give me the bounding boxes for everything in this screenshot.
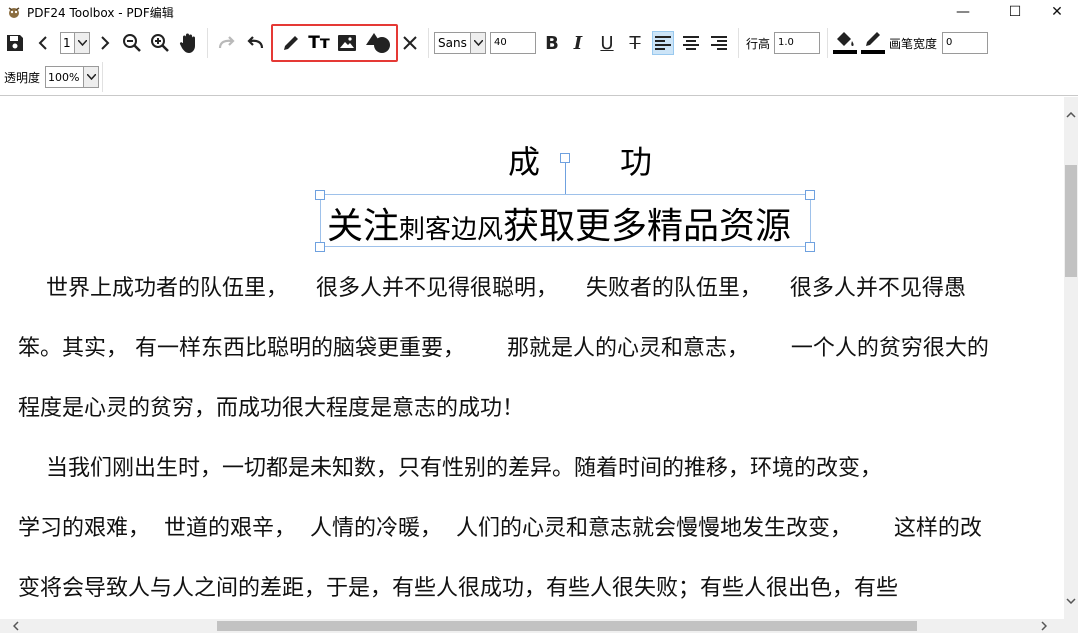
font-size-input[interactable]: 40 bbox=[490, 32, 536, 54]
title-bar: PDF24 Toolbox - PDF编辑 — ☐ ✕ bbox=[0, 0, 1078, 24]
text-tool-icon[interactable]: Tт bbox=[306, 32, 332, 54]
horizontal-scroll-thumb[interactable] bbox=[217, 621, 917, 631]
vertical-scrollbar[interactable] bbox=[1064, 97, 1078, 619]
resize-handle-top-right[interactable] bbox=[805, 190, 815, 200]
fill-color-icon[interactable] bbox=[832, 28, 858, 56]
paragraph-line: 当我们刚出生时，一切都是未知数，只有性别的差异。随着时间的推移，环境的改变， bbox=[18, 456, 882, 481]
image-tool-icon[interactable] bbox=[336, 32, 358, 54]
hand-tool-icon[interactable] bbox=[177, 31, 201, 55]
stroke-width-input[interactable]: 0 bbox=[942, 32, 988, 54]
chevron-down-icon[interactable] bbox=[83, 67, 98, 87]
align-left-button[interactable] bbox=[652, 31, 674, 55]
scrollbar-corner bbox=[1064, 619, 1078, 633]
selected-text-part-2: 刺客边风 bbox=[399, 215, 504, 245]
page-number-select[interactable]: 1 bbox=[60, 32, 90, 54]
stroke-width-label: 画笔宽度 bbox=[889, 37, 938, 51]
paragraph-line: 世界上成功者的队伍里， 很多人并不见得很聪明， 失败者的队伍里， 很多人并不见得… bbox=[18, 276, 966, 301]
document-canvas[interactable]: 成功 关注刺客边风获取更多精品资源 世界上成功者的队伍里， 很多人并不见得很聪明… bbox=[0, 97, 1064, 619]
resize-handle-bottom-left[interactable] bbox=[315, 242, 325, 252]
scroll-left-icon[interactable] bbox=[8, 619, 24, 633]
strikethrough-button[interactable]: T bbox=[624, 31, 646, 55]
resize-handle-top-left[interactable] bbox=[315, 190, 325, 200]
align-center-button[interactable] bbox=[680, 31, 702, 55]
doc-title: 成功 bbox=[508, 137, 652, 183]
chevron-down-icon[interactable] bbox=[470, 33, 485, 53]
redo-icon[interactable] bbox=[214, 32, 240, 54]
doc-title-char-1: 成 bbox=[508, 143, 541, 181]
previous-page-icon[interactable] bbox=[34, 32, 52, 54]
paragraph-line: 笨。其实， 有一样东西比聪明的脑袋更重要， 那就是人的心灵和意志， 一个人的贫穷… bbox=[18, 336, 989, 361]
scroll-up-icon[interactable] bbox=[1064, 107, 1078, 123]
window-title: PDF24 Toolbox - PDF编辑 bbox=[27, 6, 174, 20]
shape-tool-icon[interactable] bbox=[364, 30, 392, 56]
delete-icon[interactable] bbox=[400, 32, 420, 54]
page-number-value: 1 bbox=[63, 36, 71, 50]
align-right-button[interactable] bbox=[708, 31, 730, 55]
next-page-icon[interactable] bbox=[96, 32, 114, 54]
doc-title-char-2: 功 bbox=[620, 143, 653, 181]
stroke-color-icon[interactable] bbox=[860, 28, 886, 56]
font-family-select[interactable]: Sans bbox=[434, 32, 486, 54]
minimize-button[interactable]: — bbox=[940, 0, 986, 24]
chevron-down-icon[interactable] bbox=[74, 33, 89, 53]
italic-button[interactable]: I bbox=[567, 31, 589, 55]
vertical-scroll-thumb[interactable] bbox=[1065, 165, 1077, 277]
line-height-label: 行高 bbox=[746, 37, 771, 51]
opacity-value: 100% bbox=[48, 71, 80, 84]
selected-text-object[interactable]: 关注刺客边风获取更多精品资源 bbox=[327, 197, 791, 249]
font-family-value: Sans bbox=[438, 36, 467, 50]
save-icon[interactable] bbox=[4, 32, 26, 54]
scroll-down-icon[interactable] bbox=[1064, 593, 1078, 609]
zoom-in-icon[interactable] bbox=[148, 32, 172, 54]
horizontal-scrollbar[interactable] bbox=[0, 619, 1064, 633]
rotate-handle[interactable] bbox=[560, 153, 570, 163]
opacity-select[interactable]: 100% bbox=[45, 66, 99, 88]
scroll-right-icon[interactable] bbox=[1036, 619, 1052, 633]
paragraph-line: 程度是心灵的贫穷，而成功很大程度是意志的成功！ bbox=[18, 396, 525, 421]
paragraph-line: 学习的艰难， 世道的艰辛， 人情的冷暖， 人们的心灵和意志就会慢慢地发生改变， … bbox=[18, 516, 982, 541]
resize-handle-bottom-right[interactable] bbox=[805, 242, 815, 252]
app-icon bbox=[6, 4, 22, 20]
close-window-button[interactable]: ✕ bbox=[1034, 0, 1078, 24]
maximize-button[interactable]: ☐ bbox=[992, 0, 1038, 24]
undo-icon[interactable] bbox=[242, 32, 268, 54]
bold-button[interactable]: B bbox=[541, 31, 563, 55]
paragraph-line: 变将会导致人与人之间的差距，于是，有些人很成功，有些人很失败；有些人很出色，有些 bbox=[18, 576, 899, 601]
rotation-line bbox=[565, 163, 566, 194]
line-height-input[interactable]: 1.0 bbox=[774, 32, 820, 54]
selected-text-part-1: 关注 bbox=[327, 206, 400, 247]
selected-text-part-3: 获取更多精品资源 bbox=[503, 206, 792, 247]
pen-tool-icon[interactable] bbox=[280, 32, 302, 54]
zoom-out-icon[interactable] bbox=[120, 32, 144, 54]
underline-button[interactable]: U bbox=[596, 31, 618, 55]
opacity-label: 透明度 bbox=[4, 71, 41, 85]
